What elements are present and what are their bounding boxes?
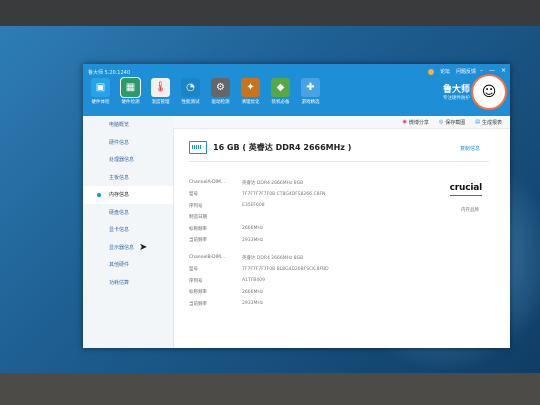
monitor-bezel-top [0, 0, 540, 26]
sidebar-item-gpu[interactable]: 显卡信息 [83, 221, 173, 239]
detail-row: 标称频率 2666MHz [189, 289, 264, 296]
title-bar: 鲁大师 5.20.1240 论坛 问题反馈 – — × ▣ 硬件体检 ▦ 硬件检… [83, 64, 510, 116]
app-title: 鲁大师 5.20.1240 [88, 70, 131, 76]
crucial-logo: crucial [449, 183, 483, 193]
tool-temperature[interactable]: 🌡 温度管理 [147, 78, 174, 105]
speedometer-icon: ◔ [181, 78, 200, 97]
memory-details: ChannelA-DIM... 英睿达 DDR4 2666MHz 8GB 型号 7F… [189, 177, 329, 310]
mouse-cursor-icon: ➤ [139, 242, 148, 253]
sidebar-item-overview[interactable]: 电脑概览 [83, 116, 173, 134]
tool-performance[interactable]: ◔ 性能测试 [177, 78, 204, 105]
sidebar-item-power[interactable]: 功耗估算 [83, 274, 173, 292]
close-button[interactable]: × [501, 67, 506, 74]
driver-icon: ⚙ [211, 78, 230, 97]
detail-row: 序列号 E35EF608 [189, 203, 265, 209]
sidebar-item-cpu[interactable]: 处理器信息 [83, 151, 173, 169]
weibo-icon: ◉ [402, 119, 407, 125]
forum-link[interactable]: 论坛 [440, 68, 450, 75]
apps-icon: ◆ [271, 78, 290, 97]
detail-row: ChannelA-DIM... 英睿达 DDR4 2666MHz 8GB [189, 180, 304, 186]
thermometer-icon: 🌡 [151, 78, 170, 97]
active-dot-icon [97, 192, 101, 197]
detail-row: 当前频率 2933MHz [189, 237, 264, 244]
memory-panel: 16 GB ( 英睿达 DDR4 2666MHz ) 复制信息 ChannelA… [173, 129, 510, 348]
mascot-avatar-icon[interactable]: ☺ [471, 74, 507, 110]
sidebar-item-other[interactable]: 其他硬件 [83, 256, 173, 274]
sidebar-item-disk[interactable]: 硬盘信息 [83, 204, 173, 222]
brand-block: 鲁大师 专注硬件防护 [443, 82, 470, 101]
detail-row: ChannelB-DIM... 英睿达 DDR4 2666MHz 8GB [189, 255, 304, 261]
minimize-button[interactable]: — [489, 67, 495, 74]
detail-row: 制造日期 [189, 215, 207, 221]
copy-info-link[interactable]: 复制信息 [460, 145, 480, 152]
tool-driver[interactable]: ⚙ 驱动检测 [207, 78, 234, 105]
action-bar: ◉ 微博分享 ◎ 保存截图 ▤ 生成报表 [173, 116, 510, 129]
generate-report-button[interactable]: ▤ 生成报表 [475, 119, 502, 126]
detail-row: 型号 7F7F7F7F7F0B BL8G4D26BFSCK.8FBD [189, 266, 329, 273]
detail-row: 型号 7F7F7F7F7F0B CT8G4DFS8266.C8FN [189, 191, 326, 198]
tool-cleanup[interactable]: ✦ 清理优化 [237, 78, 264, 105]
tool-games[interactable]: ✚ 游戏精选 [297, 78, 324, 105]
logo-underline [450, 195, 482, 196]
chip-icon: ▦ [120, 77, 141, 98]
report-icon: ▤ [475, 119, 480, 125]
gamepad-icon: ✚ [301, 78, 320, 97]
coin-icon[interactable] [427, 68, 434, 75]
memory-header: 16 GB ( 英睿达 DDR4 2666MHz ) [189, 141, 351, 154]
memory-summary: 16 GB ( 英睿达 DDR4 2666MHz ) [213, 143, 352, 152]
brand-slogan: 专注硬件防护 [443, 96, 470, 101]
tool-hardware-detect[interactable]: ▦ 硬件检测 [117, 77, 144, 105]
app-window: 鲁大师 5.20.1240 论坛 问题反馈 – — × ▣ 硬件体检 ▦ 硬件检… [83, 64, 510, 348]
skin-button[interactable]: – [480, 67, 483, 74]
weibo-share-button[interactable]: ◉ 微博分享 [402, 119, 428, 126]
detail-row: 标称频率 2666MHz [189, 226, 264, 232]
broom-icon: ✦ [241, 78, 260, 97]
detail-row: 序列号 A1TFB409 [189, 278, 265, 284]
sidebar-item-motherboard[interactable]: 主板信息 [83, 169, 173, 187]
feedback-link[interactable]: 问题反馈 [456, 68, 476, 75]
ram-icon [189, 141, 207, 154]
sidebar-item-label: 内存信息 [109, 192, 130, 199]
monitor-bezel-bottom [0, 373, 540, 405]
save-screenshot-button[interactable]: ◎ 保存截图 [439, 119, 465, 126]
sidebar-item-monitor[interactable]: 显示器信息 [83, 239, 173, 257]
memory-brand-label: 内存品牌 [461, 208, 479, 213]
tool-essentials[interactable]: ◆ 装机必备 [267, 78, 294, 105]
detail-row: 当前频率 2933MHz [189, 301, 264, 307]
top-links: 论坛 问题反馈 [427, 68, 476, 75]
sidebar-item-memory[interactable]: 内存信息 [83, 186, 173, 204]
divider [189, 161, 489, 162]
computer-icon: ▣ [91, 78, 110, 97]
sidebar-item-hardware[interactable]: 硬件信息 [83, 134, 173, 152]
main-toolbar: ▣ 硬件体检 ▦ 硬件检测 🌡 温度管理 ◔ 性能测试 ⚙ 驱动检测 ✦ 清理优… [87, 77, 324, 105]
window-controls: – — × [480, 67, 506, 74]
brand-name: 鲁大师 [442, 85, 470, 95]
camera-icon: ◎ [438, 119, 444, 125]
sidebar: 电脑概览 硬件信息 处理器信息 主板信息 内存信息 硬盘信息 显卡信息 显示器信… [83, 116, 174, 348]
tool-hardware-checkup[interactable]: ▣ 硬件体检 [87, 78, 114, 105]
